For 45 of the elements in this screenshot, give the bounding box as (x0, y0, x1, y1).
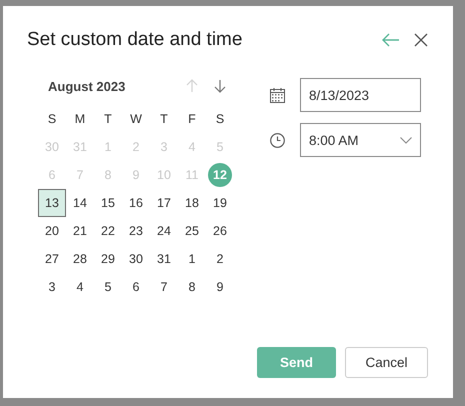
calendar-icon (270, 88, 285, 102)
calendar-day[interactable]: 8 (178, 273, 206, 301)
calendar-day[interactable]: 21 (66, 217, 94, 245)
calendar-day[interactable]: 17 (150, 189, 178, 217)
dialog-title: Set custom date and time (27, 29, 244, 51)
calendar-day[interactable]: 13 (38, 189, 66, 217)
calendar-day[interactable]: 26 (206, 217, 234, 245)
calendar-day[interactable]: 2 (206, 245, 234, 273)
close-button[interactable] (414, 33, 428, 47)
calendar-day[interactable]: 22 (94, 217, 122, 245)
calendar-day[interactable]: 23 (122, 217, 150, 245)
weekday-label: T (159, 111, 169, 128)
calendar-day[interactable]: 18 (178, 189, 206, 217)
time-dropdown[interactable]: 8:00 AM (300, 123, 421, 157)
weekday-label: M (74, 111, 86, 128)
month-label: August 2023 (48, 78, 126, 94)
calendar-day[interactable]: 25 (178, 217, 206, 245)
calendar-day[interactable]: 4 (66, 273, 94, 301)
chevron-down-icon (400, 136, 412, 144)
date-field[interactable]: 8/13/2023 (300, 78, 421, 112)
calendar-day[interactable]: 29 (94, 245, 122, 273)
weekday-label: F (187, 111, 197, 128)
calendar-day[interactable]: 5 (94, 273, 122, 301)
calendar-day[interactable]: 27 (38, 245, 66, 273)
calendar-day[interactable]: 30 (122, 245, 150, 273)
weekday-label: S (46, 111, 58, 128)
calendar-day[interactable]: 16 (122, 189, 150, 217)
calendar-day[interactable]: 3 (38, 273, 66, 301)
calendar-day[interactable]: 1 (178, 245, 206, 273)
weekday-label: S (214, 111, 226, 128)
weekday-label: W (129, 111, 143, 128)
calendar-day[interactable]: 28 (66, 245, 94, 273)
calendar-day[interactable]: 9 (206, 273, 234, 301)
cancel-button[interactable]: Cancel (345, 347, 428, 378)
calendar-day[interactable]: 20 (38, 217, 66, 245)
clock-icon (270, 132, 285, 148)
calendar-day[interactable]: 6 (122, 273, 150, 301)
calendar-day[interactable]: 15 (94, 189, 122, 217)
weekday-label: T (103, 111, 113, 128)
calendar-day[interactable]: 24 (150, 217, 178, 245)
calendar-day[interactable]: 19 (206, 189, 234, 217)
calendar-day[interactable]: 7 (150, 273, 178, 301)
back-button[interactable] (382, 33, 400, 47)
calendar-day[interactable]: 31 (150, 245, 178, 273)
calendar-day[interactable]: 14 (66, 189, 94, 217)
